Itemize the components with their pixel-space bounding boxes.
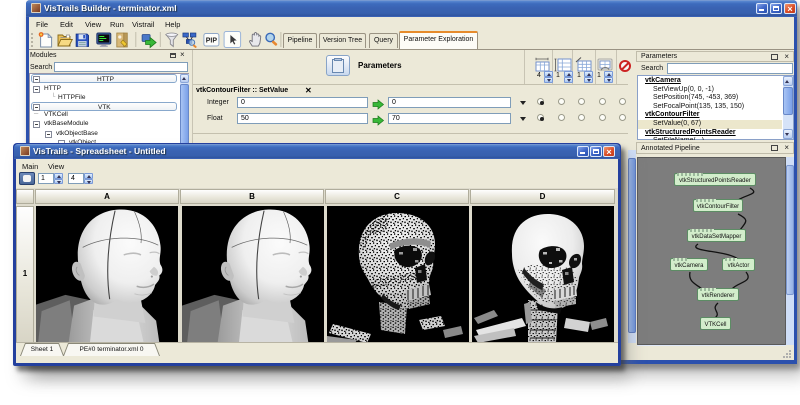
svg-text:PIP: PIP	[206, 38, 218, 45]
